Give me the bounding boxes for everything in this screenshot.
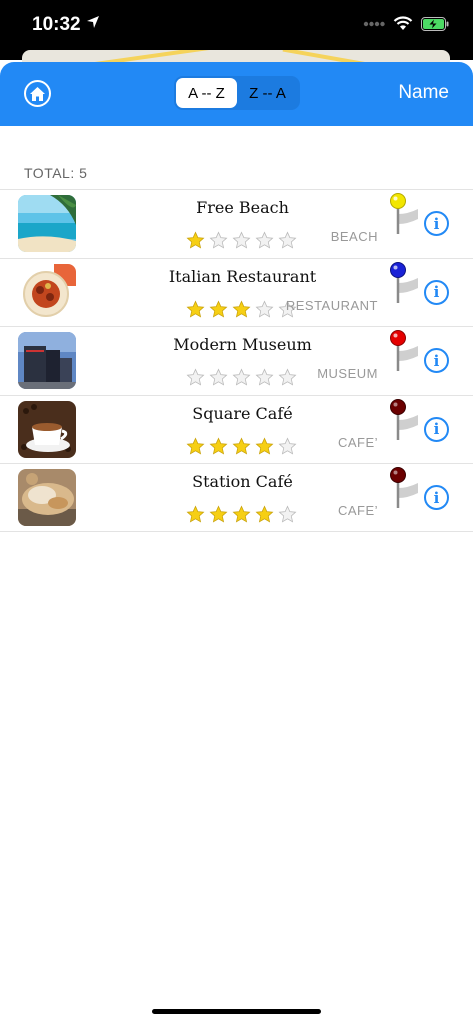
status-time: 10:32 — [32, 14, 81, 35]
star-empty-icon — [186, 368, 205, 386]
star-empty-icon — [278, 231, 297, 249]
rating-stars — [186, 300, 297, 319]
list-item[interactable]: Station Café CAFE’ i — [0, 463, 473, 532]
star-filled-icon — [209, 437, 228, 455]
rating-stars — [186, 368, 297, 387]
star-empty-icon — [255, 231, 274, 249]
places-list: Free Beach BEACH i Italian Restaurant RE… — [0, 189, 473, 532]
star-filled-icon — [186, 300, 205, 318]
place-category: CAFE’ — [337, 434, 378, 450]
home-indicator[interactable] — [152, 1009, 321, 1014]
place-category: BEACH — [330, 229, 378, 244]
place-name: Modern Museum — [173, 335, 312, 355]
place-name: Station Café — [192, 472, 293, 492]
info-button[interactable]: i — [424, 416, 449, 442]
total-count: TOTAL: 5 — [24, 165, 88, 181]
list-item[interactable]: Modern Museum MUSEUM i — [0, 326, 473, 395]
sort-segmented-control: A -- Z Z -- A — [174, 76, 300, 110]
home-button[interactable] — [24, 80, 51, 107]
info-button[interactable]: i — [424, 211, 449, 236]
info-button[interactable]: i — [424, 279, 449, 305]
info-button[interactable]: i — [424, 348, 449, 374]
star-empty-icon — [209, 231, 228, 249]
wifi-icon — [393, 16, 413, 30]
nav-bar: A -- Z Z -- A Name — [0, 62, 473, 126]
list-item[interactable]: Square Café CAFE’ i — [0, 394, 473, 464]
star-empty-icon — [232, 368, 251, 386]
place-name: Free Beach — [196, 198, 289, 217]
star-filled-icon — [209, 505, 228, 523]
coffee-thumbnail — [18, 400, 76, 458]
star-filled-icon — [232, 300, 251, 318]
map-pin-icon — [390, 193, 418, 234]
star-filled-icon — [255, 437, 274, 455]
star-empty-icon — [255, 300, 274, 318]
map-pin-icon — [390, 467, 418, 509]
star-filled-icon — [186, 505, 205, 523]
sort-a-z-button[interactable]: A -- Z — [176, 78, 237, 108]
star-filled-icon — [232, 437, 251, 455]
place-category: RESTAURANT — [285, 297, 378, 313]
map-pin-icon — [390, 261, 418, 303]
star-empty-icon — [209, 368, 228, 386]
place-name: Italian Restaurant — [168, 266, 317, 286]
museum-thumbnail — [18, 332, 76, 390]
map-pin-icon — [390, 398, 418, 440]
map-pin-icon — [390, 330, 418, 372]
info-button[interactable]: i — [424, 485, 449, 511]
list-item[interactable]: Free Beach BEACH i — [0, 189, 473, 258]
location-arrow-icon — [87, 16, 99, 28]
sort-z-a-button[interactable]: Z -- A — [237, 78, 298, 108]
list-item[interactable]: Italian Restaurant RESTAURANT i — [0, 257, 473, 327]
signal-dots-icon — [363, 21, 385, 26]
star-filled-icon — [186, 437, 205, 455]
star-filled-icon — [255, 505, 274, 523]
star-filled-icon — [186, 231, 205, 249]
beach-thumbnail — [18, 195, 76, 252]
rating-stars — [186, 505, 297, 524]
status-indicators — [363, 16, 449, 31]
star-empty-icon — [278, 368, 297, 386]
place-category: MUSEUM — [317, 366, 378, 382]
star-empty-icon — [255, 368, 274, 386]
home-icon — [30, 86, 45, 101]
star-filled-icon — [232, 505, 251, 523]
star-filled-icon — [209, 300, 228, 318]
pasta-thumbnail — [18, 263, 76, 321]
battery-charging-icon — [421, 16, 449, 31]
rating-stars — [186, 231, 297, 250]
sort-field-label[interactable]: Name — [398, 82, 449, 104]
star-empty-icon — [232, 231, 251, 249]
place-name: Square Café — [192, 403, 293, 423]
place-category: CAFE’ — [337, 503, 378, 519]
star-empty-icon — [278, 437, 297, 455]
pastry-thumbnail — [18, 469, 76, 527]
rating-stars — [186, 437, 297, 456]
star-empty-icon — [278, 505, 297, 523]
